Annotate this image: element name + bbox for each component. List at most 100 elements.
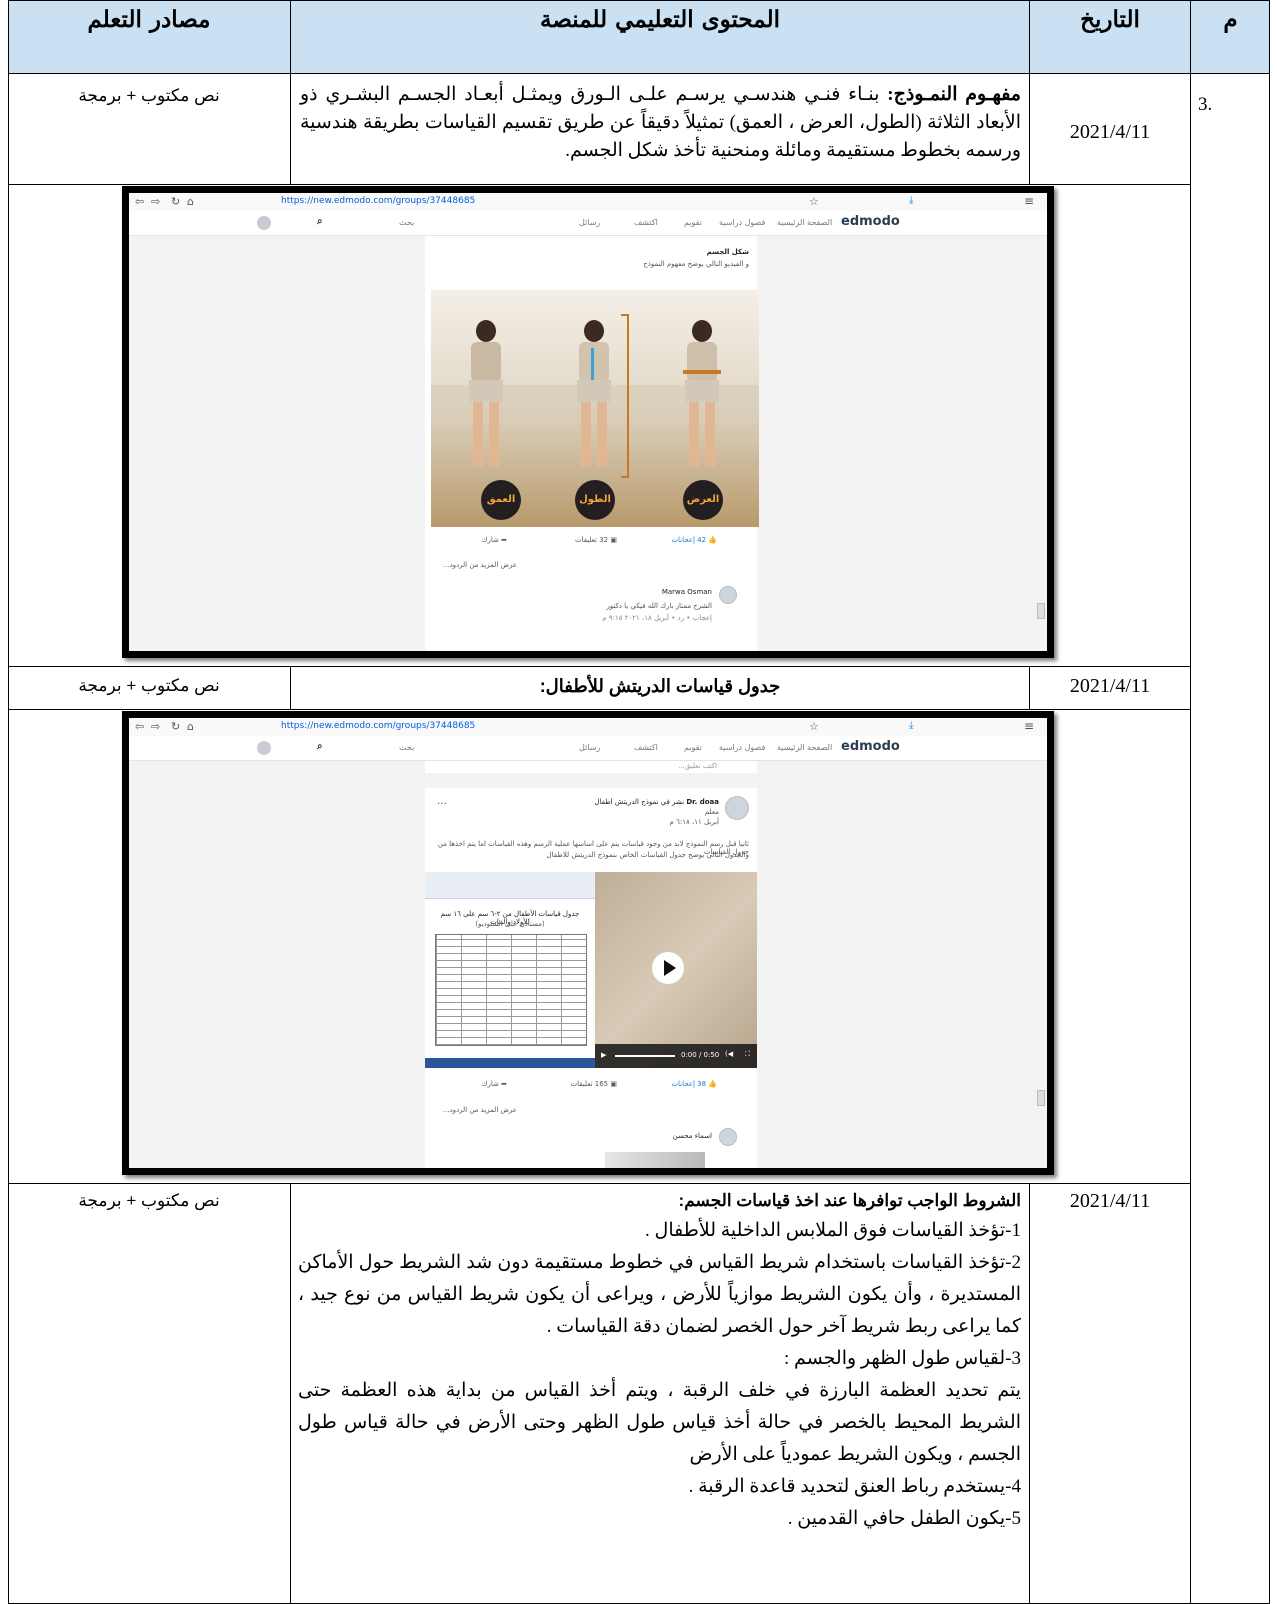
nav-classes[interactable]: فصول دراسية: [719, 743, 765, 752]
nav-home[interactable]: الصفحة الرئيسية: [777, 743, 832, 752]
grid-line: [8, 0, 9, 1604]
grid-line: [8, 184, 1190, 185]
url-bar[interactable]: https://new.edmodo.com/groups/37448685: [281, 721, 475, 731]
share-button[interactable]: ➦ شارك: [482, 1080, 507, 1088]
comment-image: [605, 1152, 705, 1168]
post-card: شكل الجسم و الفيديو التالي يوضح مفهوم ال…: [425, 236, 759, 651]
play-button[interactable]: [652, 952, 684, 984]
grid-line: [8, 73, 1270, 74]
commenter-avatar: [719, 586, 737, 604]
play-small-icon[interactable]: ▶: [601, 1051, 606, 1059]
star-icon[interactable]: ☆: [809, 195, 819, 208]
header-sources: مصادر التعلم: [87, 6, 211, 33]
measurement-conditions: الشروط الواجب توافرها عند اخذ قياسات الج…: [298, 1187, 1021, 1535]
video-time: 0:00 / 0:50: [681, 1051, 720, 1059]
conditions-heading: الشروط الواجب توافرها عند اخذ قياسات الج…: [678, 1191, 1021, 1210]
url-bar[interactable]: https://new.edmodo.com/groups/37448685: [281, 196, 475, 206]
browser-window: ⇦ ⇨ ↻ ⌂ https://new.edmodo.com/groups/37…: [129, 193, 1047, 651]
post-card: Dr. doaa نشر في نموذج الدريتش اطفال معلم…: [425, 788, 757, 1168]
back-icon[interactable]: ⇦: [135, 720, 144, 733]
header-date: التاريخ: [1080, 6, 1140, 33]
edmodo-logo[interactable]: edmodo: [841, 214, 900, 229]
forward-icon[interactable]: ⇨: [151, 720, 160, 733]
edmodo-screenshot-2: ⇦ ⇨ ↻ ⌂ https://new.edmodo.com/groups/37…: [122, 711, 1054, 1175]
document-page: مصادر التعلم المحتوى التعليمي للمنصة الت…: [8, 0, 1270, 1604]
home-icon[interactable]: ⌂: [187, 195, 194, 208]
nav-messages[interactable]: رسائل: [579, 743, 600, 752]
commenter-name[interactable]: اسماء محسن: [673, 1132, 712, 1140]
row-source: نص مكتوب + برمجة: [78, 676, 220, 695]
share-icon: ➦: [501, 1080, 507, 1088]
more-options-icon[interactable]: …: [437, 796, 447, 807]
reload-icon[interactable]: ↻: [171, 720, 180, 733]
nav-messages[interactable]: رسائل: [579, 218, 600, 227]
more-replies-link[interactable]: عرض المزيد من الردود...: [443, 1106, 517, 1114]
doc-subtitle: (مستأذن على الستوديو): [475, 920, 545, 928]
more-replies-link[interactable]: عرض المزيد من الردود...: [443, 561, 517, 569]
like-count[interactable]: 👍 38 إعجابات: [671, 1080, 717, 1088]
volume-icon[interactable]: ◀): [725, 1050, 733, 1058]
poster-name[interactable]: Dr. doaa: [686, 798, 719, 806]
comment-count[interactable]: ▣ 32 تعليقات: [575, 536, 617, 544]
condition-item-3: 3-لقياس طول الظهر والجسم :: [784, 1348, 1021, 1369]
seek-bar[interactable]: [615, 1055, 675, 1057]
edmodo-navbar: ⌕ بحث رسائل اكتشف تقويم فصول دراسية الصف…: [129, 211, 1047, 236]
grid-line: [290, 0, 291, 185]
forward-icon[interactable]: ⇨: [151, 195, 160, 208]
search-icon[interactable]: ⌕: [317, 216, 323, 227]
poster-line: Dr. doaa نشر في نموذج الدريتش اطفال: [594, 798, 719, 806]
download-icon[interactable]: ⤓: [909, 720, 913, 731]
comment-meta: إعجاب • رد • أبريل ١٨، ٢٠٢١ ٩:١٥ م: [602, 614, 712, 622]
nav-classes[interactable]: فصول دراسية: [719, 218, 765, 227]
boy-figure: [677, 320, 727, 470]
row-date: 2021/4/11: [1069, 675, 1151, 697]
menu-icon[interactable]: ≡: [1024, 719, 1034, 733]
video-player[interactable]: جدول قياسات الأطفال من ٢-٦ سم على ١٦ سم …: [425, 872, 757, 1068]
nav-discover[interactable]: اكتشف: [634, 218, 658, 227]
grid-line: [8, 0, 1270, 1]
home-icon[interactable]: ⌂: [187, 720, 194, 733]
nav-discover[interactable]: اكتشف: [634, 743, 658, 752]
back-icon[interactable]: ⇦: [135, 195, 144, 208]
drafting-table-title: جدول قياسات الدريتش للأطفال:: [539, 676, 781, 696]
profile-avatar[interactable]: [257, 216, 271, 230]
profile-avatar[interactable]: [257, 741, 271, 755]
condition-item-4: 4-يستخدم رباط العنق لتحديد قاعدة الرقبة …: [688, 1476, 1021, 1497]
nav-calendar[interactable]: تقويم: [684, 743, 702, 752]
scrollbar[interactable]: [1037, 1090, 1045, 1106]
share-button[interactable]: ➦ شارك: [482, 536, 507, 544]
post-text-line: والجدول التالي يوضح جدول القياسات الخاص …: [546, 851, 749, 859]
fullscreen-icon[interactable]: ⛶: [745, 1050, 750, 1059]
label-width: العرض: [683, 480, 723, 520]
search-input[interactable]: بحث: [399, 218, 414, 227]
concept-term: مفهـوم النمـوذج:: [887, 84, 1021, 105]
comments-text: 165 تعليقات: [570, 1080, 609, 1088]
comment-text: الشرح ممتاز بارك الله فيكي يا دكتور: [606, 602, 712, 610]
search-input[interactable]: بحث: [399, 743, 414, 752]
search-icon[interactable]: ⌕: [317, 741, 323, 752]
commenter-name[interactable]: Marwa Osman: [662, 588, 712, 596]
reload-icon[interactable]: ↻: [171, 195, 180, 208]
comment-count[interactable]: ▣ 165 تعليقات: [571, 1080, 617, 1088]
grid-line: [1029, 1183, 1030, 1604]
header-content: المحتوى التعليمي للمنصة: [540, 6, 780, 33]
condition-item-1: 1-تؤخذ القياسات فوق الملابس الداخلية للأ…: [645, 1220, 1021, 1241]
grid-line: [8, 1183, 1190, 1184]
comment-box[interactable]: اكتب تعليق...: [425, 761, 757, 773]
word-statusbar: [425, 1058, 595, 1068]
star-icon[interactable]: ☆: [809, 720, 819, 733]
grid-line: [1269, 0, 1270, 1604]
commenter-avatar: [719, 1128, 737, 1146]
menu-icon[interactable]: ≡: [1024, 194, 1034, 208]
scrollbar[interactable]: [1037, 603, 1045, 619]
comment-icon: ▣: [610, 536, 617, 544]
edmodo-logo[interactable]: edmodo: [841, 739, 900, 754]
document-preview: جدول قياسات الأطفال من ٢-٦ سم على ١٦ سم …: [425, 872, 596, 1068]
like-count[interactable]: 👍 42 إعجابات: [671, 536, 717, 544]
video-thumbnail[interactable]: العمق الطول العرض: [431, 290, 759, 527]
write-comment-input[interactable]: اكتب تعليق...: [678, 762, 717, 770]
download-icon[interactable]: ⤓: [909, 195, 913, 206]
nav-calendar[interactable]: تقويم: [684, 218, 702, 227]
nav-home[interactable]: الصفحة الرئيسية: [777, 218, 832, 227]
poster-time: أبريل ١١، ٦:١٨ م: [669, 818, 719, 826]
